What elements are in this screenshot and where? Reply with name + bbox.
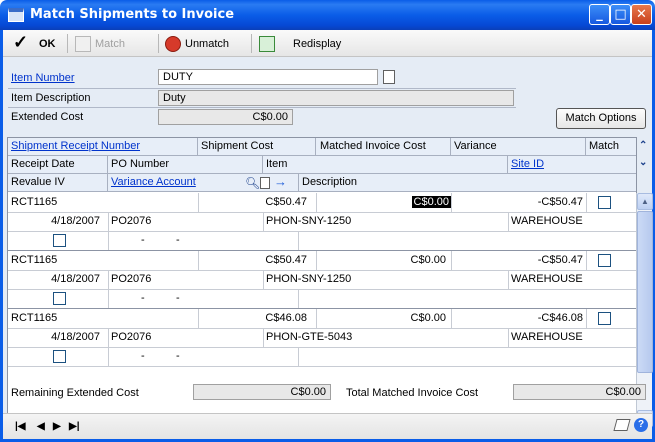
last-record-icon[interactable]: ▶|: [69, 421, 80, 432]
help-icon[interactable]: ?: [634, 418, 648, 432]
minimize-button[interactable]: _: [589, 4, 610, 25]
ok-button[interactable]: OK: [39, 34, 56, 54]
col-site-id: Site ID: [511, 158, 545, 170]
unmatch-button[interactable]: Unmatch: [165, 34, 229, 54]
cell-date: 4/18/2007: [51, 273, 100, 285]
expand-rows-icon[interactable]: ⌄: [639, 157, 647, 168]
cell-receipt[interactable]: RCT1165: [8, 193, 198, 212]
scroll-up-icon[interactable]: ▲: [637, 193, 653, 210]
window-body: Item Number DUTY Item Description Duty E…: [3, 57, 653, 428]
cell-variance: -C$46.08: [537, 312, 583, 324]
scroll-thumb[interactable]: [637, 211, 653, 373]
cell-receipt[interactable]: RCT1165: [8, 309, 198, 328]
previous-record-icon[interactable]: ◀: [37, 421, 45, 432]
remaining-extended-cost-field: C$0.00: [193, 384, 331, 400]
next-record-icon[interactable]: ▶: [53, 421, 61, 432]
ok-check-icon: ✓: [13, 32, 29, 52]
cell-item: PHON-SNY-1250: [266, 215, 352, 227]
match-checkbox[interactable]: [598, 254, 611, 267]
cell-dash: -: [176, 350, 180, 362]
cell-variance: -C$50.47: [537, 196, 583, 208]
note-icon[interactable]: [383, 70, 395, 84]
match-checkbox[interactable]: [598, 196, 611, 209]
cell-shipment-cost: C$50.47: [265, 254, 307, 266]
cell-variance: -C$50.47: [537, 254, 583, 266]
cell-shipment-cost: C$50.47: [265, 196, 307, 208]
col-item: Item: [263, 156, 508, 174]
col-variance-account: Variance Account: [111, 176, 196, 188]
toolbar-separator: [251, 34, 252, 53]
cell-date: 4/18/2007: [51, 331, 100, 343]
cell-site: WAREHOUSE: [511, 215, 583, 227]
window-title: Match Shipments to Invoice: [30, 7, 235, 22]
grid-header-row-3: Revalue IV Variance Account 🔍︎ → Descrip…: [8, 174, 636, 192]
note-icon[interactable]: [260, 177, 270, 189]
match-options-button[interactable]: Match Options: [556, 108, 646, 129]
close-button[interactable]: ✕: [631, 4, 652, 25]
redisplay-button[interactable]: Redisplay: [259, 34, 341, 54]
window-app-icon: [8, 8, 24, 22]
lookup-icon[interactable]: 🔍︎: [245, 176, 260, 190]
toolbar-separator: [158, 34, 159, 53]
revalue-checkbox[interactable]: [53, 234, 66, 247]
match-button[interactable]: Match: [75, 34, 125, 54]
item-number-link[interactable]: Item Number: [11, 72, 75, 84]
cell-site: WAREHOUSE: [511, 273, 583, 285]
title-bar: Match Shipments to Invoice _ □ ✕: [0, 0, 655, 30]
cell-matched-cost[interactable]: C$0.00: [316, 251, 449, 270]
col-po-number: PO Number: [108, 156, 263, 174]
col-shipment-cost: Shipment Cost: [198, 138, 316, 156]
toolbar-separator: [67, 34, 68, 53]
unmatch-icon: [165, 36, 181, 53]
col-matched-invoice-cost: Matched Invoice Cost: [316, 138, 451, 156]
col-match: Match: [589, 140, 619, 152]
grid-header-row-1: Shipment Receipt Number Shipment Cost Ma…: [8, 138, 636, 156]
cell-dash: -: [141, 234, 145, 246]
col-receipt-date: Receipt Date: [8, 156, 108, 174]
cell-receipt[interactable]: RCT1165: [8, 251, 198, 270]
first-record-icon[interactable]: |◀: [15, 421, 26, 432]
cell-item: PHON-SNY-1250: [266, 273, 352, 285]
cell-date: 4/18/2007: [51, 215, 100, 227]
col-revalue-iv: Revalue IV: [8, 174, 108, 192]
record-navigation-bar: |◀ ◀ ▶ ▶| ?: [3, 413, 652, 439]
arrow-right-icon[interactable]: →: [274, 174, 287, 189]
cell-dash: -: [176, 292, 180, 304]
toolbar: ✓ OK Match Unmatch Redisplay: [3, 30, 652, 57]
total-matched-invoice-cost-field: C$0.00: [513, 384, 646, 400]
match-checkbox[interactable]: [598, 312, 611, 325]
cell-dash: -: [141, 292, 145, 304]
item-description-label: Item Description: [11, 92, 91, 104]
item-number-field[interactable]: DUTY: [158, 69, 378, 85]
col-shipment-receipt-number[interactable]: Shipment Receipt Number: [8, 138, 198, 156]
item-description-field: Duty: [158, 90, 514, 106]
cell-dash: -: [141, 350, 145, 362]
match-icon: [75, 36, 91, 53]
col-description: Description: [298, 174, 636, 192]
cell-po: PO2076: [111, 215, 152, 227]
revalue-checkbox[interactable]: [53, 350, 66, 363]
collapse-rows-icon[interactable]: ⌃: [639, 140, 647, 151]
cell-matched-cost[interactable]: C$0.00: [316, 193, 451, 212]
revalue-checkbox[interactable]: [53, 292, 66, 305]
redisplay-icon: [259, 36, 275, 53]
col-variance: Variance: [451, 138, 586, 156]
grid-header-row-2: Receipt Date PO Number Item Site ID: [8, 156, 636, 174]
cell-matched-cost[interactable]: C$0.00: [316, 309, 449, 328]
remaining-extended-cost-label: Remaining Extended Cost: [11, 387, 139, 399]
cell-po: PO2076: [111, 331, 152, 343]
cell-site: WAREHOUSE: [511, 331, 583, 343]
matched-cost-selected[interactable]: C$0.00: [411, 196, 451, 208]
cell-item: PHON-GTE-5043: [266, 331, 353, 343]
cell-po: PO2076: [111, 273, 152, 285]
total-matched-invoice-cost-label: Total Matched Invoice Cost: [346, 387, 479, 399]
cell-dash: -: [176, 234, 180, 246]
extended-cost-label: Extended Cost: [11, 111, 84, 123]
extended-cost-field: C$0.00: [158, 109, 293, 125]
maximize-button[interactable]: □: [610, 4, 631, 25]
note-icon[interactable]: [613, 419, 631, 431]
cell-shipment-cost: C$46.08: [265, 312, 307, 324]
